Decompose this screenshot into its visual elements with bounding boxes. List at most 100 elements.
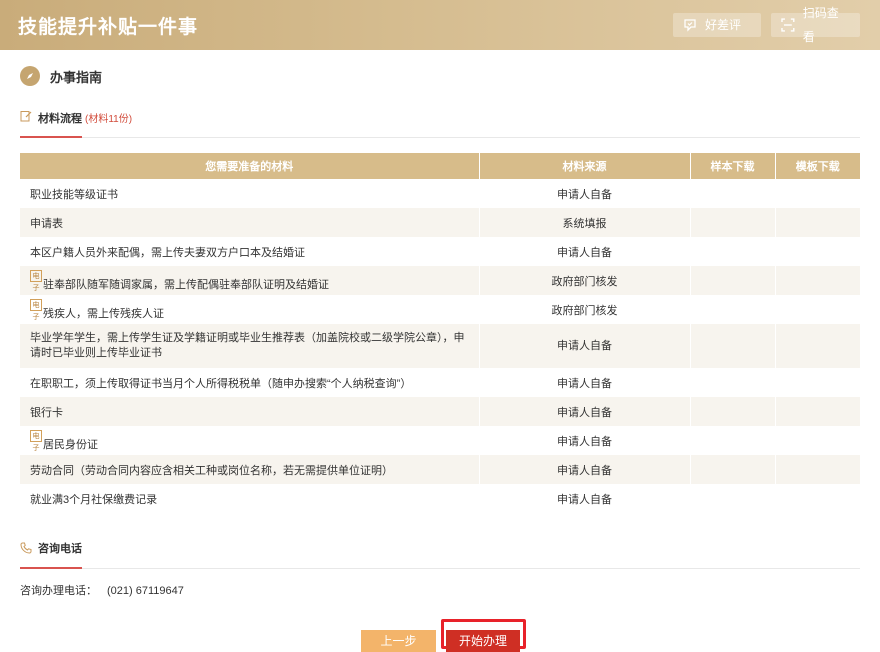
material-name: 职业技能等级证书 bbox=[30, 188, 118, 201]
col-header-sample-download: 样本下载 bbox=[690, 153, 776, 179]
material-name: 就业满3个月社保缴费记录 bbox=[30, 493, 158, 506]
material-name-cell: 在职职工，须上传取得证书当月个人所得税税单（随申办搜索“个人纳税查询”） bbox=[20, 368, 480, 397]
header-bar: 技能提升补贴一件事 好差评 扫码查看 bbox=[0, 0, 880, 50]
guide-section-header: 办事指南 bbox=[20, 66, 102, 86]
template-download-cell bbox=[775, 455, 861, 484]
material-source: 申请人自备 bbox=[479, 324, 691, 368]
template-download-cell bbox=[775, 237, 861, 266]
material-source: 申请人自备 bbox=[479, 179, 691, 208]
template-download-cell bbox=[775, 484, 861, 513]
electronic-license-icon: 电子 bbox=[30, 269, 42, 292]
contact-section-header: 咨询电话 bbox=[20, 535, 860, 569]
template-download-cell bbox=[775, 266, 861, 295]
material-name: 银行卡 bbox=[30, 406, 63, 419]
sample-download-cell bbox=[690, 266, 776, 295]
material-source: 政府部门核发 bbox=[479, 295, 691, 324]
tab-materials-label: 材料流程 bbox=[38, 113, 82, 125]
table-row: 电子 驻奉部队随军随调家属，需上传配偶驻奉部队证明及结婚证 政府部门核发 bbox=[20, 266, 861, 295]
material-name-cell: 职业技能等级证书 bbox=[20, 179, 480, 208]
material-name: 驻奉部队随军随调家属，需上传配偶驻奉部队证明及结婚证 bbox=[43, 278, 329, 291]
template-download-cell bbox=[775, 397, 861, 426]
material-name-cell: 银行卡 bbox=[20, 397, 480, 426]
material-name: 居民身份证 bbox=[43, 438, 98, 451]
materials-table: 您需要准备的材料 材料来源 样本下载 模板下载 职业技能等级证书 申请人自备 申请表… bbox=[20, 153, 861, 513]
material-name-cell: 本区户籍人员外来配偶，需上传夫妻双方户口本及结婚证 bbox=[20, 237, 480, 266]
electronic-license-icon: 电子 bbox=[30, 429, 42, 452]
material-source: 申请人自备 bbox=[479, 484, 691, 513]
active-tab-indicator bbox=[20, 136, 82, 138]
review-icon bbox=[684, 19, 696, 32]
contact-title: 咨询电话 bbox=[38, 543, 82, 555]
col-header-template-download: 模板下载 bbox=[775, 153, 860, 179]
sample-download-cell bbox=[690, 295, 776, 324]
contact-phone-number: (021) 67119647 bbox=[107, 585, 184, 597]
material-source: 申请人自备 bbox=[479, 426, 691, 455]
template-download-cell bbox=[775, 324, 861, 368]
material-name-cell: 就业满3个月社保缴费记录 bbox=[20, 484, 480, 513]
template-download-cell bbox=[775, 426, 861, 455]
material-name: 在职职工，须上传取得证书当月个人所得税税单（随申办搜索“个人纳税查询”） bbox=[30, 377, 412, 390]
review-label: 好差评 bbox=[705, 18, 742, 32]
sample-download-cell bbox=[690, 426, 776, 455]
table-row: 本区户籍人员外来配偶，需上传夫妻双方户口本及结婚证 申请人自备 bbox=[20, 237, 861, 266]
template-download-cell bbox=[775, 208, 861, 237]
material-source: 申请人自备 bbox=[479, 368, 691, 397]
material-name: 劳动合同（劳动合同内容应含相关工种或岗位名称，若无需提供单位证明） bbox=[30, 464, 393, 477]
material-source: 系统填报 bbox=[479, 208, 691, 237]
prev-step-button[interactable]: 上一步 bbox=[361, 630, 436, 652]
page-title: 技能提升补贴一件事 bbox=[18, 17, 199, 38]
review-button[interactable]: 好差评 bbox=[673, 13, 761, 37]
material-source: 政府部门核发 bbox=[479, 266, 691, 295]
materials-tab-bar: 材料流程 (材料11份) bbox=[20, 105, 860, 138]
table-row: 电子 居民身份证 申请人自备 bbox=[20, 426, 861, 455]
sample-download-cell bbox=[690, 455, 776, 484]
material-name: 本区户籍人员外来配偶，需上传夫妻双方户口本及结婚证 bbox=[30, 246, 305, 259]
table-row: 毕业学年学生，需上传学生证及学籍证明或毕业生推荐表（加盖院校或二级学院公章），申… bbox=[20, 324, 861, 368]
material-source: 申请人自备 bbox=[479, 397, 691, 426]
contact-phone-line: 咨询办理电话： (021) 67119647 bbox=[20, 582, 184, 598]
template-download-cell bbox=[775, 295, 861, 324]
scan-button[interactable]: 扫码查看 bbox=[771, 6, 860, 44]
tab-materials[interactable]: 材料流程 (材料11份) bbox=[20, 105, 132, 137]
material-source: 申请人自备 bbox=[479, 455, 691, 484]
compass-icon bbox=[20, 66, 40, 86]
contact-indicator bbox=[20, 567, 82, 569]
table-row: 职业技能等级证书 申请人自备 bbox=[20, 179, 861, 208]
material-name-cell: 毕业学年学生，需上传学生证及学籍证明或毕业生推荐表（加盖院校或二级学院公章），申… bbox=[20, 324, 480, 368]
phone-icon bbox=[20, 542, 32, 554]
sample-download-cell bbox=[690, 237, 776, 266]
edit-document-icon bbox=[20, 111, 32, 122]
material-source: 申请人自备 bbox=[479, 237, 691, 266]
material-name-cell: 电子 驻奉部队随军随调家属，需上传配偶驻奉部队证明及结婚证 bbox=[20, 266, 480, 295]
template-download-cell bbox=[775, 368, 861, 397]
sample-download-cell bbox=[690, 208, 776, 237]
scan-icon bbox=[781, 18, 795, 32]
material-name-cell: 申请表 bbox=[20, 208, 480, 237]
material-name: 申请表 bbox=[30, 217, 63, 230]
scan-label: 扫码查看 bbox=[802, 6, 839, 44]
table-row: 就业满3个月社保缴费记录 申请人自备 bbox=[20, 484, 861, 513]
electronic-license-icon: 电子 bbox=[30, 298, 42, 321]
sample-download-cell bbox=[690, 484, 776, 513]
contact-label: 咨询办理电话： bbox=[20, 585, 97, 597]
sample-download-cell bbox=[690, 324, 776, 368]
start-processing-button[interactable]: 开始办理 bbox=[446, 630, 520, 652]
col-header-source: 材料来源 bbox=[479, 153, 691, 179]
sample-download-cell bbox=[690, 368, 776, 397]
table-row: 电子 残疾人，需上传残疾人证 政府部门核发 bbox=[20, 295, 861, 324]
material-name-cell: 电子 残疾人，需上传残疾人证 bbox=[20, 295, 480, 324]
col-header-material: 您需要准备的材料 bbox=[20, 153, 480, 179]
table-header-row: 您需要准备的材料 材料来源 样本下载 模板下载 bbox=[20, 153, 860, 179]
material-name: 残疾人，需上传残疾人证 bbox=[43, 307, 164, 320]
table-row: 在职职工，须上传取得证书当月个人所得税税单（随申办搜索“个人纳税查询”） 申请人自… bbox=[20, 368, 861, 397]
sample-download-cell bbox=[690, 179, 776, 208]
guide-title: 办事指南 bbox=[50, 69, 103, 85]
table-row: 银行卡 申请人自备 bbox=[20, 397, 861, 426]
table-row: 申请表 系统填报 bbox=[20, 208, 861, 237]
template-download-cell bbox=[775, 179, 861, 208]
materials-count: (材料11份) bbox=[85, 114, 133, 125]
material-name-cell: 劳动合同（劳动合同内容应含相关工种或岗位名称，若无需提供单位证明） bbox=[20, 455, 480, 484]
table-row: 劳动合同（劳动合同内容应含相关工种或岗位名称，若无需提供单位证明） 申请人自备 bbox=[20, 455, 861, 484]
sample-download-cell bbox=[690, 397, 776, 426]
material-name: 毕业学年学生，需上传学生证及学籍证明或毕业生推荐表（加盖院校或二级学院公章），申… bbox=[30, 332, 465, 359]
